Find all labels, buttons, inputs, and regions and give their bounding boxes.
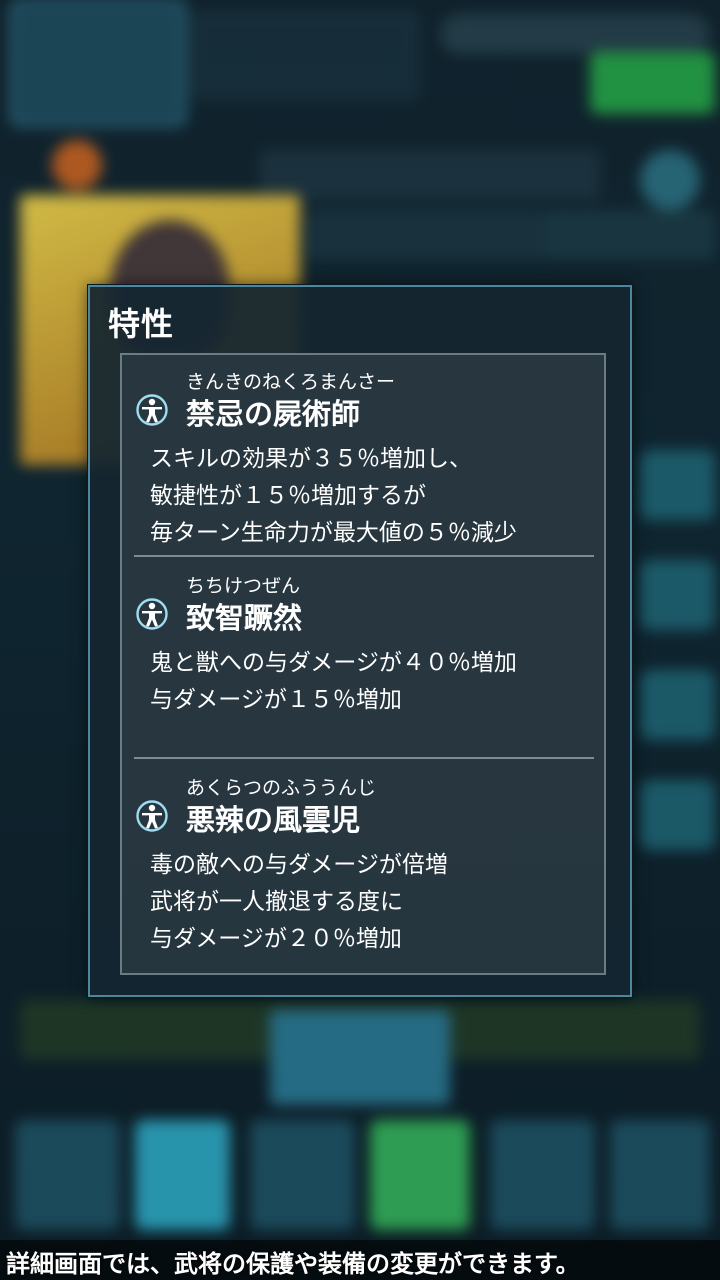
cost-panel xyxy=(545,210,715,260)
trait-description-line: 毒の敵への与ダメージが倍増 xyxy=(150,852,448,878)
trait-reading: きんきのねくろまんさー xyxy=(186,371,396,393)
traits-modal[interactable]: 特性 きんきのねくろまんさー 禁忌の屍術師 スキルの効果が３５％増加し、 敏捷性… xyxy=(88,285,632,997)
bottom-tab-1 xyxy=(15,1120,120,1230)
bottom-tab-5 xyxy=(490,1120,595,1230)
trait-description-line: 毎ターン生命力が最大値の５％減少 xyxy=(150,520,517,546)
trait-description-line: 武将が一人撤退する度に xyxy=(150,889,403,915)
bottom-tab-4 xyxy=(370,1120,470,1230)
close-button-background xyxy=(270,1010,450,1105)
currency-bar xyxy=(440,14,710,54)
trait-reading: あくらつのふううんじ xyxy=(186,777,377,799)
trait-description-line: 与ダメージが２０％増加 xyxy=(150,926,402,952)
side-button-2 xyxy=(640,560,715,630)
side-button-1 xyxy=(640,450,715,520)
favorite-button xyxy=(640,150,700,210)
trait-description: スキルの効果が３５％増加し、 敏捷性が１５％増加するが 毎ターン生命力が最大値の… xyxy=(150,441,517,552)
modal-title: 特性 xyxy=(108,305,175,343)
side-button-3 xyxy=(640,670,715,740)
trait-name: 禁忌の屍術師 xyxy=(186,397,361,431)
bottom-tab-3 xyxy=(250,1120,355,1230)
trait-name: 悪辣の風雲児 xyxy=(186,803,361,837)
traits-list: きんきのねくろまんさー 禁忌の屍術師 スキルの効果が３５％増加し、 敏捷性が１５… xyxy=(120,353,606,975)
trait-reading: ちちけつぜん xyxy=(186,575,301,597)
trait-description-line: 敏捷性が１５％増加するが xyxy=(150,483,426,509)
screen: 特性 きんきのねくろまんさー 禁忌の屍術師 スキルの効果が３５％増加し、 敏捷性… xyxy=(0,0,720,1280)
vitruvian-figure-icon xyxy=(136,598,168,630)
player-status-panel xyxy=(190,10,420,100)
general-name-panel xyxy=(260,150,600,200)
bottom-tab-6 xyxy=(610,1120,710,1230)
level-panel xyxy=(305,210,545,260)
trait-description: 鬼と獣への与ダメージが４０％増加 与ダメージが１５％増加 xyxy=(150,645,517,719)
tip-caption: 詳細画面では、武将の保護や装備の変更ができます。 xyxy=(6,1250,580,1278)
trait-divider xyxy=(134,555,594,557)
attribute-badge xyxy=(52,140,102,190)
trait-divider xyxy=(134,757,594,759)
bottom-tab-2 xyxy=(135,1120,230,1230)
vitruvian-figure-icon xyxy=(136,800,168,832)
trait-description: 毒の敵への与ダメージが倍増 武将が一人撤退する度に 与ダメージが２０％増加 xyxy=(150,847,448,958)
trait-description-line: 鬼と獣への与ダメージが４０％増加 xyxy=(150,650,517,676)
purchase-button xyxy=(590,52,715,114)
vitruvian-figure-icon xyxy=(136,394,168,426)
player-rank-panel xyxy=(10,0,186,126)
trait-name: 致智蹶然 xyxy=(186,601,303,635)
side-button-4 xyxy=(640,780,715,850)
trait-description-line: 与ダメージが１５％増加 xyxy=(150,687,402,713)
trait-description-line: スキルの効果が３５％増加し、 xyxy=(150,446,472,472)
